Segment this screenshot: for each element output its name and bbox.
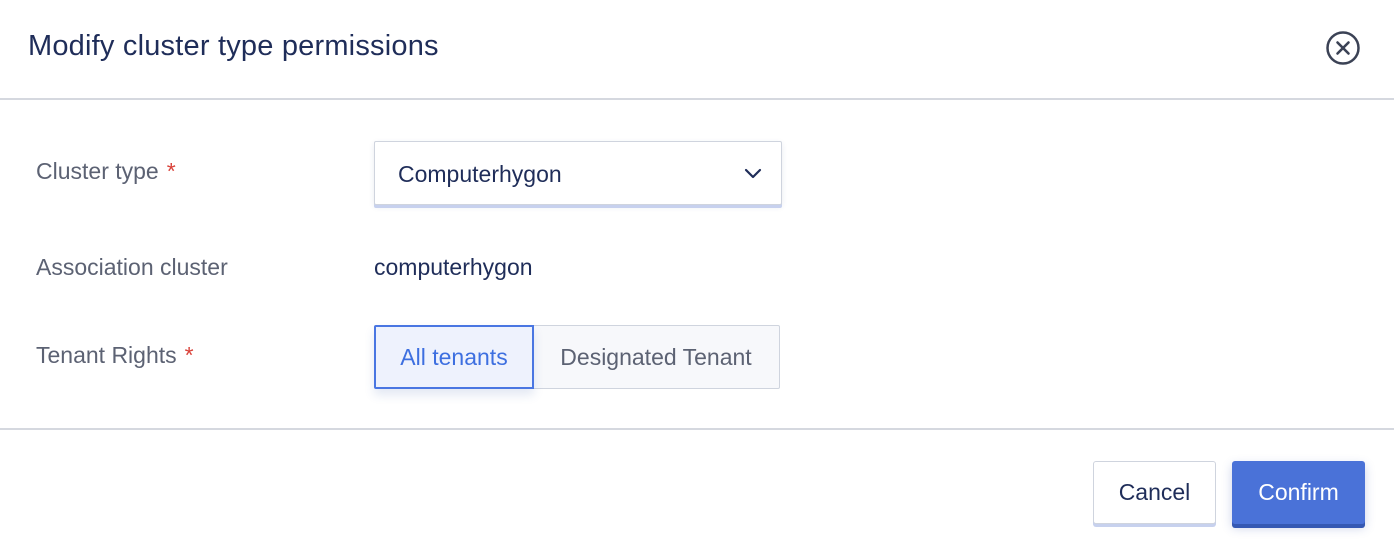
chevron-down-icon[interactable]: [743, 163, 763, 183]
association-cluster-value: computerhygon: [374, 254, 533, 280]
dialog-header: Modify cluster type permissions: [0, 0, 1394, 100]
required-mark: *: [166, 158, 176, 184]
cancel-button[interactable]: Cancel: [1093, 461, 1216, 524]
all-tenants-option[interactable]: All tenants: [374, 325, 534, 389]
cluster-type-select[interactable]: Computerhygon: [374, 141, 782, 205]
required-mark: *: [184, 342, 194, 368]
cluster-type-selected-value: Computerhygon: [398, 161, 562, 187]
tenant-rights-label-text: Tenant Rights: [36, 342, 177, 368]
designated-tenant-option[interactable]: Designated Tenant: [533, 325, 780, 389]
close-icon[interactable]: [1325, 30, 1361, 66]
tenant-rights-label: Tenant Rights *: [36, 342, 194, 369]
confirm-button[interactable]: Confirm: [1232, 461, 1365, 524]
modify-permissions-dialog: Modify cluster type permissions Cluster …: [0, 0, 1394, 552]
association-cluster-label: Association cluster: [36, 254, 228, 280]
footer-divider: [0, 428, 1394, 430]
cluster-type-label: Cluster type *: [36, 158, 176, 185]
dialog-title: Modify cluster type permissions: [28, 30, 439, 62]
cluster-type-label-text: Cluster type: [36, 158, 159, 184]
